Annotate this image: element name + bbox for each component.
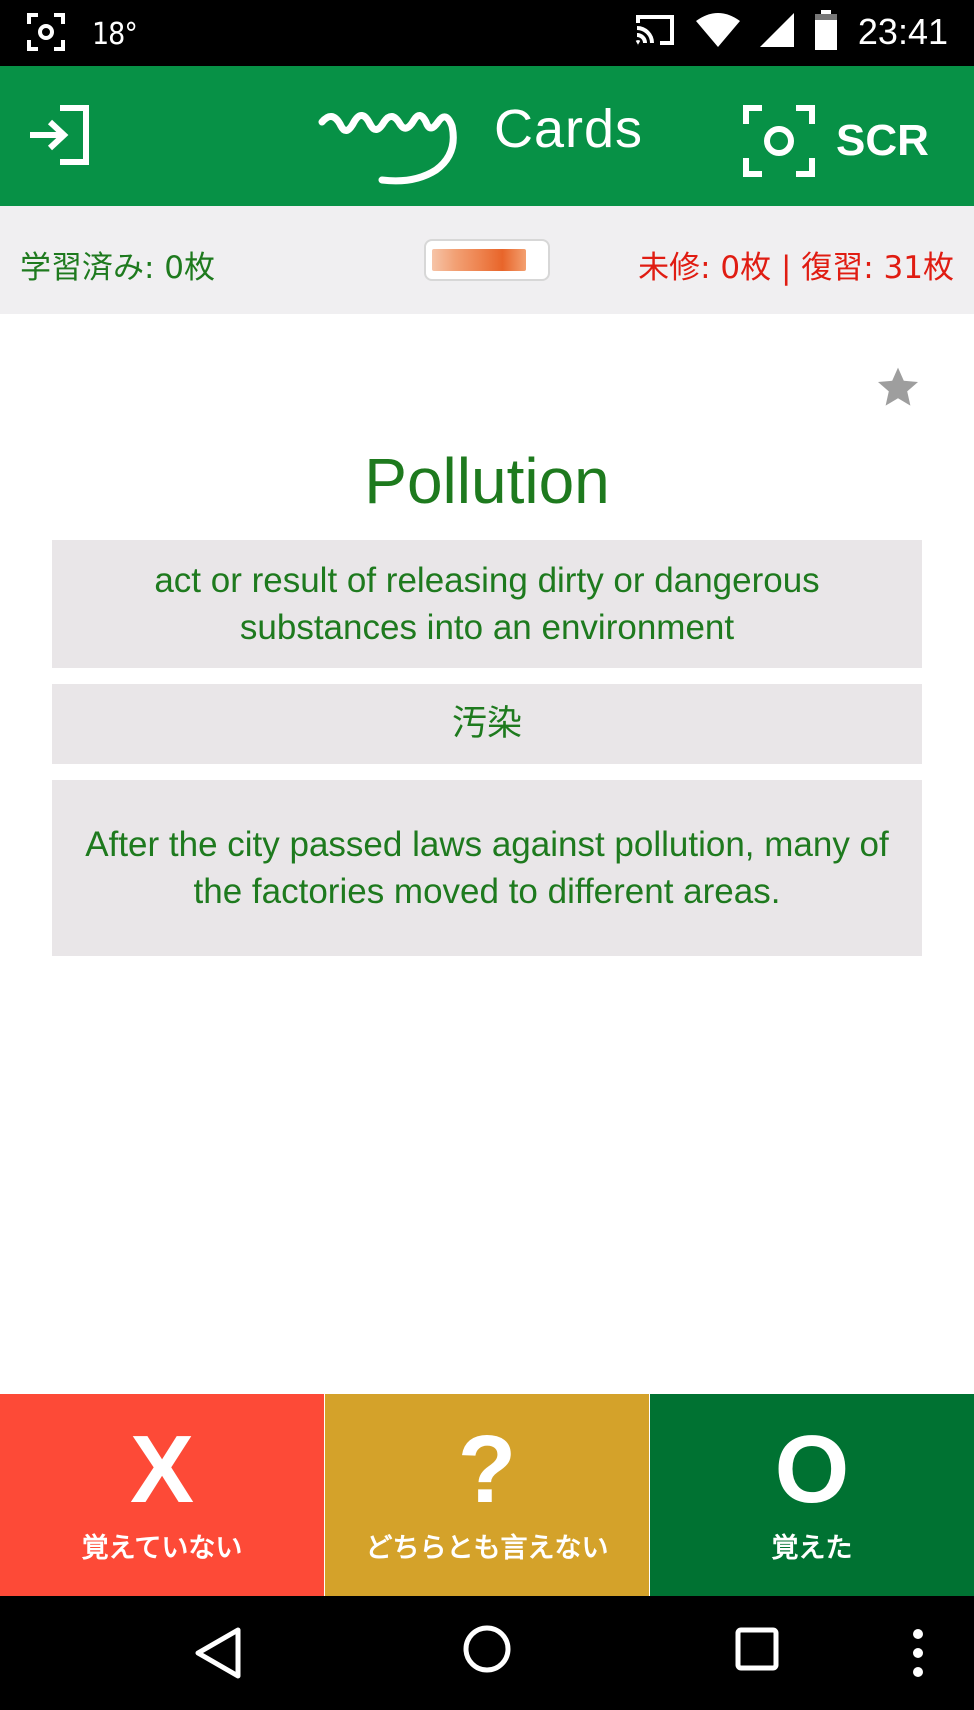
remembered-symbol: O bbox=[774, 1416, 850, 1523]
translation-text: 汚染 bbox=[451, 703, 522, 744]
recents-square-icon bbox=[735, 1627, 779, 1671]
example-text: After the city passed laws against pollu… bbox=[85, 825, 889, 911]
app-header: Cards SCR bbox=[0, 66, 974, 206]
review-stats: 未修: 0枚 | 復習: 31枚 bbox=[638, 250, 954, 286]
card-definition: act or result of releasing dirty or dang… bbox=[52, 540, 922, 668]
learned-count: 学習済み: 0枚 bbox=[20, 250, 216, 286]
screen-capture-icon bbox=[743, 105, 815, 177]
unsure-symbol: ? bbox=[457, 1416, 517, 1523]
home-circle-icon bbox=[463, 1625, 511, 1673]
battery-icon bbox=[814, 10, 838, 54]
remembered-button[interactable]: O 覚えた bbox=[650, 1394, 974, 1596]
definition-text: act or result of releasing dirty or dang… bbox=[154, 561, 820, 647]
status-bar: 18° 23:41 bbox=[0, 0, 974, 66]
exit-icon bbox=[30, 105, 89, 165]
clock: 23:41 bbox=[857, 11, 948, 52]
wifi-icon bbox=[695, 13, 740, 51]
remembered-label: 覚えた bbox=[771, 1533, 853, 1564]
nav-back-button[interactable] bbox=[192, 1626, 244, 1684]
cast-icon bbox=[634, 13, 676, 51]
card-translation: 汚染 bbox=[52, 684, 922, 764]
scr-label: SCR bbox=[836, 116, 929, 165]
favorite-button[interactable] bbox=[874, 364, 922, 412]
temperature: 18° bbox=[92, 16, 138, 52]
nav-recents-button[interactable] bbox=[734, 1626, 780, 1676]
not-remembered-label: 覚えていない bbox=[81, 1533, 243, 1564]
navigation-bar bbox=[0, 1596, 974, 1710]
nav-menu-button[interactable] bbox=[908, 1628, 928, 1682]
card-example: After the city passed laws against pollu… bbox=[52, 780, 922, 956]
unsure-label: どちらとも言えない bbox=[365, 1533, 609, 1564]
app-root: 18° 23:41 Cards SCR 学習済み: 0枚 未修: 0枚 | 復習… bbox=[0, 0, 974, 1710]
signal-icon bbox=[759, 13, 794, 51]
back-triangle-icon bbox=[195, 1627, 241, 1679]
scr-button[interactable]: SCR bbox=[742, 104, 929, 178]
exit-button[interactable] bbox=[24, 102, 96, 168]
my-logo-script bbox=[318, 112, 457, 185]
not-remembered-button[interactable]: X 覚えていない bbox=[0, 1394, 324, 1596]
app-logo: Cards bbox=[318, 99, 658, 190]
answer-buttons: X 覚えていない ? どちらとも言えない O 覚えた bbox=[0, 1394, 974, 1596]
progress-panel: 学習済み: 0枚 未修: 0枚 | 復習: 31枚 bbox=[0, 206, 974, 314]
card-word: Pollution bbox=[364, 445, 610, 517]
unsure-button[interactable]: ? どちらとも言えない bbox=[325, 1394, 649, 1596]
logo-text: Cards bbox=[494, 99, 644, 159]
star-icon bbox=[878, 367, 918, 406]
nav-home-button[interactable] bbox=[462, 1624, 512, 1678]
screenshot-icon bbox=[26, 12, 66, 56]
more-vert-icon bbox=[913, 1629, 923, 1677]
progress-bar-fill bbox=[432, 249, 526, 271]
progress-bar bbox=[424, 239, 550, 281]
not-remembered-symbol: X bbox=[129, 1416, 195, 1523]
